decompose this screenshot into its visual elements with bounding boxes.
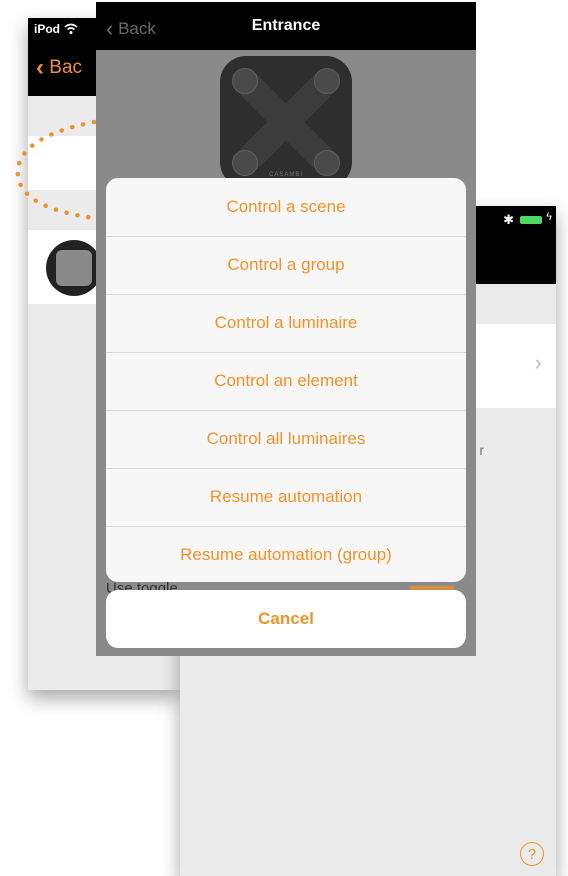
back-label: Bac <box>49 57 83 78</box>
action-control-all-luminaires[interactable]: Control all luminaires <box>106 410 466 469</box>
action-control-luminaire[interactable]: Control a luminaire <box>106 294 466 353</box>
wifi-icon <box>64 23 78 34</box>
action-control-scene[interactable]: Control a scene <box>106 178 466 237</box>
device-button <box>232 68 258 94</box>
device-thumbnail <box>46 240 102 296</box>
action-control-group[interactable]: Control a group <box>106 236 466 295</box>
chevron-right-icon: › <box>534 350 542 375</box>
navigation-bar: ‹ Back Entrance <box>96 2 476 50</box>
foreground-screen: ‹ Back Entrance CASAMBI Use toggle Contr… <box>96 2 476 656</box>
action-resume-automation-group[interactable]: Resume automation (group) <box>106 526 466 582</box>
carrier-label: iPod <box>34 22 60 36</box>
cancel-button[interactable]: Cancel <box>106 590 466 648</box>
battery-icon <box>520 216 542 224</box>
chevron-left-icon: ‹ <box>36 54 44 81</box>
device-button <box>314 68 340 94</box>
switch-device-image: CASAMBI <box>220 56 352 188</box>
action-resume-automation[interactable]: Resume automation <box>106 468 466 527</box>
bluetooth-icon: ✱ <box>503 212 514 227</box>
charging-icon: ϟ <box>546 211 552 223</box>
action-control-element[interactable]: Control an element <box>106 352 466 411</box>
action-sheet: Control a scene Control a group Control … <box>106 178 466 582</box>
dotted-curve-decoration <box>15 119 97 221</box>
help-icon[interactable]: ? <box>520 842 544 866</box>
partial-label: r <box>479 442 484 458</box>
back-button[interactable]: ‹ Bac <box>36 54 82 82</box>
page-title: Entrance <box>251 17 321 34</box>
